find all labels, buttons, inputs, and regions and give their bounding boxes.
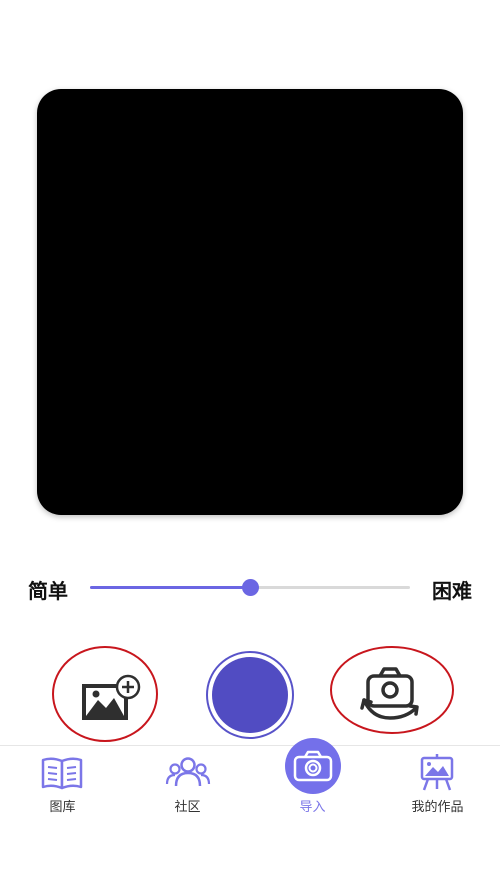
difficulty-hard-label: 困难 <box>432 579 472 603</box>
camera-icon <box>293 750 333 782</box>
difficulty-slider-fill <box>90 586 250 589</box>
difficulty-slider[interactable] <box>90 579 410 596</box>
easel-icon <box>420 754 454 791</box>
tab-import[interactable]: 导入 <box>250 746 375 826</box>
book-icon <box>41 757 83 790</box>
camera-viewfinder <box>37 89 463 515</box>
tab-my-works[interactable]: 我的作品 <box>375 746 500 826</box>
difficulty-slider-thumb[interactable] <box>242 579 259 596</box>
tab-label: 导入 <box>299 800 326 815</box>
tab-label: 图库 <box>49 800 76 815</box>
community-icon <box>165 757 211 787</box>
image-add-icon <box>82 674 141 720</box>
tab-gallery[interactable]: 图库 <box>0 746 125 826</box>
switch-camera-button[interactable] <box>330 646 454 734</box>
difficulty-slider-row: 简单 困难 <box>0 567 500 607</box>
difficulty-easy-label: 简单 <box>28 579 68 603</box>
tab-label: 社区 <box>174 800 201 815</box>
tab-label: 我的作品 <box>411 800 464 815</box>
gallery-import-button[interactable] <box>52 646 158 742</box>
tab-community[interactable]: 社区 <box>125 746 250 826</box>
switch-camera-icon <box>360 667 419 720</box>
shutter-button[interactable] <box>206 651 294 739</box>
shutter-button-inner <box>212 657 288 733</box>
bottom-tab-bar: 图库 社区 导入 我的作品 <box>0 738 500 890</box>
